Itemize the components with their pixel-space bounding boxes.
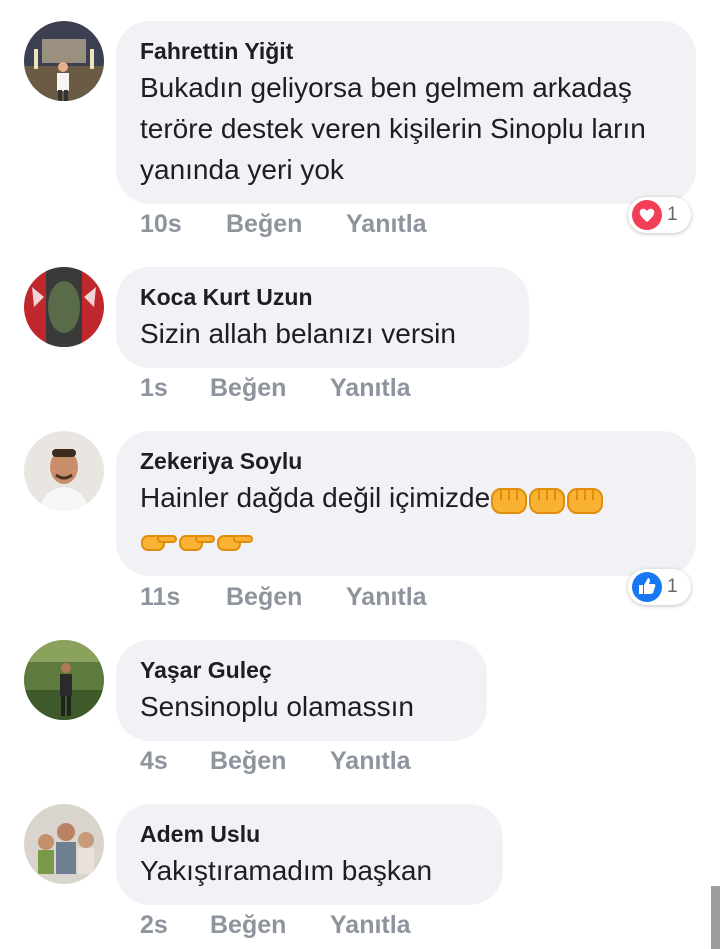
- reply-button[interactable]: Yanıtla: [330, 911, 411, 940]
- scrollbar[interactable]: [711, 886, 720, 949]
- like-button[interactable]: Beğen: [226, 210, 302, 239]
- avatar[interactable]: [24, 431, 104, 511]
- comment-timestamp[interactable]: 4s: [140, 747, 168, 776]
- like-button[interactable]: Beğen: [210, 747, 286, 776]
- avatar[interactable]: [24, 267, 104, 347]
- reaction-summary[interactable]: 1: [628, 197, 691, 233]
- reply-button[interactable]: Yanıtla: [346, 583, 427, 612]
- comment-author[interactable]: Zekeriya Soylu: [140, 447, 672, 475]
- comment-bubble: Koca Kurt Uzun Sizin allah belanızı vers…: [116, 267, 529, 368]
- avatar[interactable]: [24, 804, 104, 884]
- comment-timestamp[interactable]: 11s: [140, 583, 180, 612]
- reply-button[interactable]: Yanıtla: [330, 374, 411, 403]
- comment-author[interactable]: Koca Kurt Uzun: [140, 283, 505, 311]
- comment-bubble: Yaşar Guleç Sensinoplu olamassın: [116, 640, 487, 741]
- comment-text: Hainler dağda değil içimizde: [140, 477, 672, 559]
- comment-bubble: Fahrettin Yiğit Bukadın geliyorsa ben ge…: [116, 21, 696, 204]
- like-button[interactable]: Beğen: [210, 374, 286, 403]
- comment-author[interactable]: Fahrettin Yiğit: [140, 37, 672, 65]
- pointing-hand-emoji-icon: [217, 534, 253, 551]
- avatar[interactable]: [24, 21, 104, 101]
- fist-emoji-icon: [491, 487, 528, 514]
- comment-timestamp[interactable]: 1s: [140, 374, 168, 403]
- reaction-count: 1: [667, 204, 678, 225]
- fist-emoji-icon: [529, 487, 566, 514]
- avatar[interactable]: [24, 640, 104, 720]
- like-button[interactable]: Beğen: [210, 911, 286, 940]
- comment-bubble: Zekeriya Soylu Hainler dağda değil içimi…: [116, 431, 696, 576]
- fist-emoji-icon: [567, 487, 604, 514]
- like-button[interactable]: Beğen: [226, 583, 302, 612]
- comment-author[interactable]: Yaşar Guleç: [140, 656, 463, 684]
- reply-button[interactable]: Yanıtla: [346, 210, 427, 239]
- comment-text: Bukadın geliyorsa ben gelmem arkadaş ter…: [140, 72, 646, 185]
- reply-button[interactable]: Yanıtla: [330, 747, 411, 776]
- pointing-hand-emoji-icon: [141, 534, 177, 551]
- heart-reaction-icon: [632, 200, 662, 230]
- comment-timestamp[interactable]: 2s: [140, 911, 168, 940]
- comment-text: Yakıştıramadım başkan: [140, 855, 433, 886]
- comment-timestamp[interactable]: 10s: [140, 210, 182, 239]
- pointing-hand-emoji-icon: [179, 534, 215, 551]
- reaction-count: 1: [667, 576, 678, 597]
- comment-author[interactable]: Adem Uslu: [140, 820, 479, 848]
- reaction-summary[interactable]: 1: [628, 569, 691, 605]
- comment-bubble: Adem Uslu Yakıştıramadım başkan: [116, 804, 503, 905]
- thumbs-up-reaction-icon: [632, 572, 662, 602]
- comment-text: Sizin allah belanızı versin: [140, 318, 456, 349]
- comment-text: Sensinoplu olamassın: [140, 691, 414, 722]
